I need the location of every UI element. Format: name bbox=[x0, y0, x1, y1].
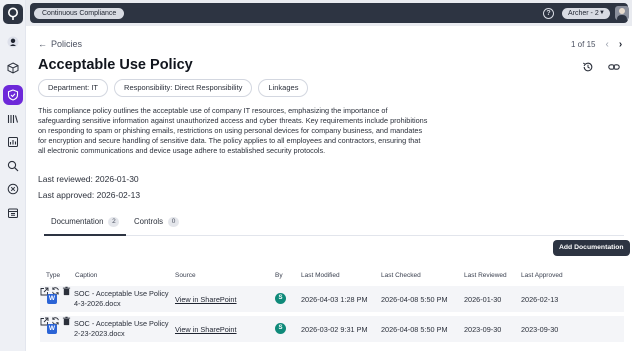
rail-cube-icon[interactable] bbox=[3, 58, 23, 78]
word-icon: W bbox=[47, 294, 57, 304]
sharepoint-icon: S bbox=[275, 323, 286, 334]
table-row: W SOC - Acceptable Use Policy 2-23-2023.… bbox=[40, 316, 624, 342]
row-last-approved: 2026-02-13 bbox=[521, 295, 559, 304]
rail-search-icon[interactable] bbox=[3, 156, 23, 176]
next-icon[interactable]: › bbox=[619, 39, 622, 50]
pager: 1 of 15 ‹ › bbox=[571, 39, 622, 50]
row-last-checked: 2026-04-08 5:50 PM bbox=[381, 325, 448, 334]
tab-controls-label: Controls bbox=[134, 217, 164, 226]
sharepoint-icon: S bbox=[275, 293, 286, 304]
word-icon: W bbox=[47, 324, 57, 334]
col-source: Source bbox=[175, 272, 196, 279]
prev-icon[interactable]: ‹ bbox=[605, 39, 608, 50]
header-actions bbox=[582, 61, 620, 73]
row-last-approved: 2023-09-30 bbox=[521, 325, 559, 334]
tab-controls-count: 0 bbox=[168, 217, 180, 227]
last-reviewed: Last reviewed: 2026-01-30 bbox=[38, 174, 139, 184]
trash-icon[interactable] bbox=[62, 286, 71, 296]
chip-responsibility[interactable]: Responsibility: Direct Responsibility bbox=[114, 79, 253, 97]
top-bar-inner: Continuous Compliance ? Archer - 2 ▼ bbox=[30, 3, 629, 23]
col-caption: Caption bbox=[75, 272, 98, 279]
last-approved: Last approved: 2026-02-13 bbox=[38, 190, 141, 200]
row-caption: SOC - Acceptable Use Policy 4-3-2026.doc… bbox=[74, 289, 169, 308]
table-row: W SOC - Acceptable Use Policy 4-3-2026.d… bbox=[40, 286, 624, 312]
tab-bar: Documentation 2 Controls 0 bbox=[44, 217, 624, 236]
chip-department[interactable]: Department: IT bbox=[38, 79, 109, 97]
row-last-reviewed: 2023-09-30 bbox=[464, 325, 502, 334]
avatar[interactable] bbox=[615, 6, 629, 20]
add-documentation-button[interactable]: Add Documentation bbox=[553, 240, 630, 256]
app-logo-icon[interactable] bbox=[3, 4, 23, 24]
trash-icon[interactable] bbox=[62, 316, 71, 326]
rail-library-icon[interactable] bbox=[3, 109, 23, 129]
col-last-approved: Last Approved bbox=[521, 272, 563, 279]
help-icon[interactable]: ? bbox=[543, 8, 554, 19]
chip-linkages[interactable]: Linkages bbox=[258, 79, 309, 97]
back-link[interactable]: ← Policies bbox=[38, 39, 82, 49]
row-last-modified: 2026-04-03 1:28 PM bbox=[301, 295, 368, 304]
row-last-checked: 2026-04-08 5:50 PM bbox=[381, 295, 448, 304]
tab-controls[interactable]: Controls 0 bbox=[134, 217, 180, 236]
col-last-checked: Last Checked bbox=[381, 272, 421, 279]
app-name-pill[interactable]: Continuous Compliance bbox=[34, 8, 125, 19]
rail-user-icon[interactable] bbox=[3, 32, 23, 52]
policy-chips: Department: IT Responsibility: Direct Re… bbox=[38, 79, 309, 97]
pager-text: 1 of 15 bbox=[571, 40, 596, 49]
link-icon[interactable] bbox=[608, 61, 620, 73]
chevron-down-icon: ▼ bbox=[599, 10, 605, 16]
user-selector[interactable]: Archer - 2 ▼ bbox=[562, 8, 610, 19]
arrow-left-icon: ← bbox=[38, 39, 47, 49]
tab-documentation-label: Documentation bbox=[51, 217, 104, 226]
user-name: Archer - 2 bbox=[568, 10, 599, 17]
rail-chart-icon[interactable] bbox=[3, 132, 23, 152]
history-icon[interactable] bbox=[582, 61, 594, 73]
col-last-reviewed: Last Reviewed bbox=[464, 272, 507, 279]
sharepoint-link[interactable]: View in SharePoint bbox=[175, 325, 237, 334]
back-link-label: Policies bbox=[51, 39, 83, 49]
row-last-modified: 2026-03-02 9:31 PM bbox=[301, 325, 368, 334]
side-rail bbox=[0, 0, 26, 351]
col-last-modified: Last Modified bbox=[301, 272, 340, 279]
tab-documentation-count: 2 bbox=[108, 217, 120, 227]
policy-description: This compliance policy outlines the acce… bbox=[38, 106, 428, 156]
row-last-reviewed: 2026-01-30 bbox=[464, 295, 502, 304]
rail-close-circle-icon[interactable] bbox=[3, 179, 23, 199]
tab-documentation[interactable]: Documentation 2 bbox=[44, 217, 126, 236]
col-by: By bbox=[275, 272, 283, 279]
rail-calendar-icon[interactable] bbox=[3, 203, 23, 223]
rail-shield-icon[interactable] bbox=[3, 85, 23, 105]
col-type: Type bbox=[46, 272, 61, 279]
page-title: Acceptable Use Policy bbox=[38, 57, 193, 73]
sharepoint-link[interactable]: View in SharePoint bbox=[175, 295, 237, 304]
top-bar: Continuous Compliance ? Archer - 2 ▼ bbox=[26, 0, 632, 26]
row-caption: SOC - Acceptable Use Policy 2-23-2023.do… bbox=[74, 319, 169, 338]
